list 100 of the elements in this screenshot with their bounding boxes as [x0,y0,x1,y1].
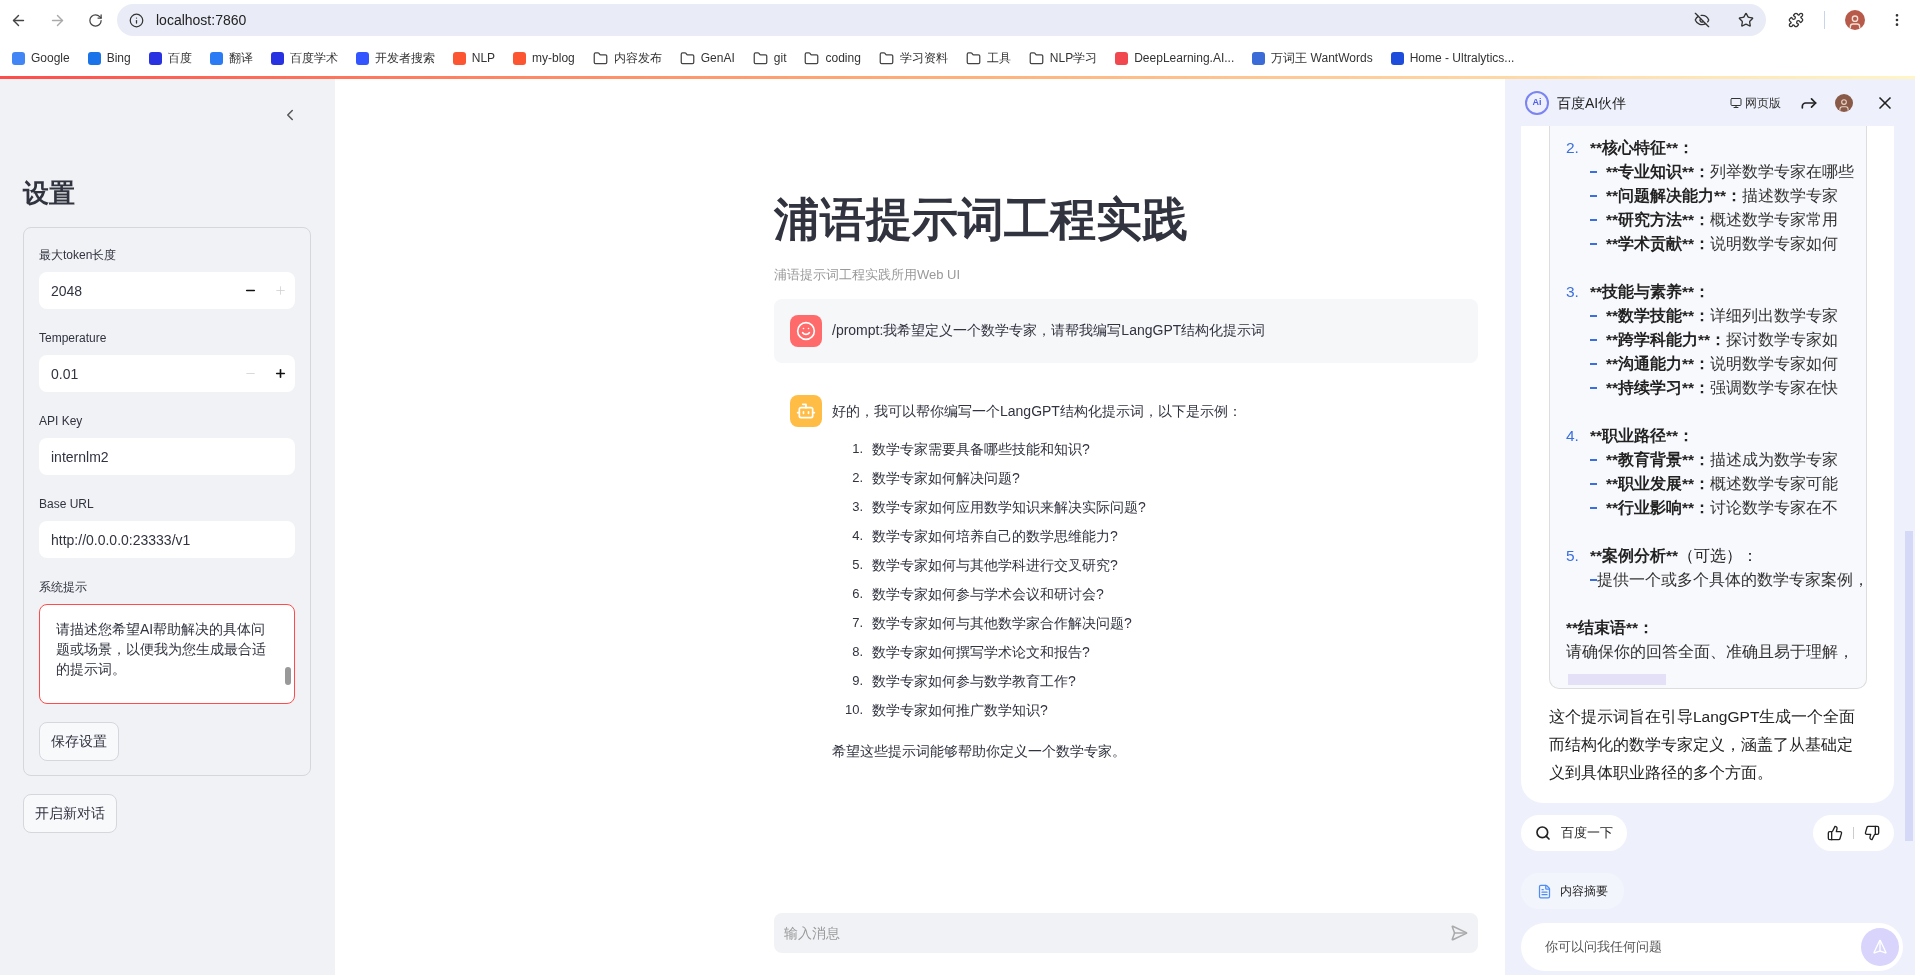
dash-mark [1590,339,1597,341]
list-number: 3. [852,498,863,517]
folder-icon [804,50,820,66]
profile-avatar[interactable] [1845,10,1865,30]
item-text: 概述数学专家常用 [1710,210,1839,231]
bookmark-link[interactable]: 翻译 [203,49,259,67]
bookmark-link[interactable]: coding [798,49,867,67]
item-term: **持续学习**： [1606,378,1711,399]
item-text: 说明数学专家如何 [1710,354,1839,375]
item-text: 描述成为数学专家 [1710,450,1839,471]
dash-mark [1590,315,1597,317]
panel-title: 百度AI伙伴 [1557,93,1628,113]
address-bar[interactable]: localhost:7860 [117,4,1766,36]
list-item-text: 数学专家如何推广数学知识? [872,700,1048,720]
bookmark-link[interactable]: NLP学习 [1022,49,1104,67]
folder-icon [878,50,894,66]
bookmark-star-icon[interactable] [1738,12,1754,28]
dash-mark [1590,171,1597,173]
bookmark-link[interactable]: git [746,49,793,67]
user-avatar[interactable] [1835,94,1853,112]
bookmark-link[interactable]: 学习资料 [872,49,954,67]
dash-mark [1590,195,1597,197]
smile-icon [796,320,816,341]
send-icon [1872,939,1888,955]
page-title: 浦语提示词工程实践 [774,192,1189,247]
number-field[interactable]: 0.01 [39,355,295,392]
item-text: 说明数学专家如何 [1710,234,1839,255]
item-text: 讨论数学专家在不 [1710,498,1839,519]
summary-text: 这个提示词旨在引导LangGPT生成一个全面而结构化的数学专家定义，涵盖了从基础定义到具体职业路径的多个方面。 [1549,707,1857,783]
reload-icon[interactable] [88,12,103,28]
item-text: 探讨数学专家如 [1726,330,1839,351]
list-number: 1. [852,440,863,459]
field-label: API Key [39,413,84,430]
system-prompt-field[interactable]: 请描述您希望AI帮助解决的具体问题或场景，以便我为您生成最合适的提示词。 [39,604,295,704]
save-settings-button[interactable]: 保存设置 [39,722,119,761]
dash-mark [1590,243,1597,245]
section-heading: **结束语**： [1566,618,1655,639]
field-label: 最大token长度 [39,247,118,264]
bookmark-link[interactable]: NLP [446,49,502,67]
list-number: 2. [1566,138,1580,159]
item-text: 提供一个或多个具体的数学专家案例， [1597,570,1866,591]
dash-mark [1590,219,1597,221]
number-value[interactable]: 0.01 [39,355,235,392]
person-icon [1837,98,1851,112]
folder-icon [679,50,695,66]
text-field[interactable]: http://0.0.0.0:23333/v1 [39,521,295,558]
scrollbar-thumb[interactable] [285,667,291,685]
list-item-text: 数学专家如何应用数学知识来解决实际问题? [872,497,1146,517]
horizontal-scrollbar[interactable] [1568,673,1666,685]
bookmark-link[interactable]: 内容发布 [586,49,668,67]
message-text: /prompt:我希望定义一个数学专家，请帮我编写LangGPT结构化提示词 [832,321,1266,340]
item-term: **学术贡献**： [1606,234,1711,255]
ask-input[interactable]: 你可以问我任何问题 [1521,923,1903,971]
item-term: **职业发展**： [1606,474,1711,495]
bookmark-link[interactable]: 百度 [142,49,198,67]
new-chat-button[interactable]: 开启新对话 [23,794,117,833]
folder-icon [1028,50,1044,66]
dash-mark [1590,459,1597,461]
thumbs-down-icon[interactable] [1864,825,1880,841]
bookmark-link[interactable]: my-blog [507,49,581,67]
list-item-text: 数学专家如何撰写学术论文和报告? [872,642,1090,662]
list-item-text: 数学专家如何与其他数学家合作解决问题? [872,613,1132,633]
item-text: 概述数学专家可能 [1710,474,1839,495]
item-term: **沟通能力**： [1606,354,1711,375]
web-version-button[interactable]: 网页版 [1730,94,1781,112]
item-term: **跨学科能力**： [1606,330,1727,351]
url-text: localhost:7860 [156,10,248,30]
bookmark-link[interactable]: Google [6,49,76,67]
item-term: **教育背景**： [1606,450,1711,471]
bookmark-link[interactable]: 开发者搜索 [349,49,441,67]
number-value[interactable]: 2048 [39,272,235,309]
bookmark-link[interactable]: 百度学术 [264,49,344,67]
list-number: 10. [844,701,863,720]
text-field[interactable]: internlm2 [39,438,295,475]
input-placeholder: 输入消息 [784,923,841,943]
panel-scrollbar[interactable] [1905,531,1913,841]
thumbs-up-icon[interactable] [1827,825,1843,841]
baidu-search-button[interactable]: 百度一下 [1521,815,1627,851]
dash-mark [1590,363,1597,365]
bookmark-link[interactable]: DeepLearning.AI... [1109,49,1241,67]
ai-logo-icon: Ai [1525,91,1549,115]
bookmark-link[interactable]: 万词王 WantWords [1246,49,1379,67]
list-item-text: 数学专家如何解决问题? [872,468,1020,488]
bookmark-link[interactable]: Bing [81,49,137,67]
bookmark-link[interactable]: Home - Ultralytics... [1384,49,1521,67]
list-number: 5. [1566,546,1580,567]
summary-button[interactable]: 内容摘要 [1521,873,1624,909]
bookmark-link[interactable]: 工具 [959,49,1017,67]
list-number: 4. [1566,426,1580,447]
heading-text: **技能与素养**： [1590,282,1711,303]
site-info-icon[interactable] [129,12,144,28]
extensions-icon[interactable] [1788,12,1804,28]
message-text: 好的，我可以帮你编写一个LangGPT结构化提示词，以下是示例： [832,401,1242,421]
list-item-text: 数学专家如何参与数学教育工作? [872,671,1076,691]
folder-icon [752,50,768,66]
eye-off-icon[interactable] [1694,12,1710,28]
bookmark-link[interactable]: GenAI [673,49,741,67]
page-subtitle: 浦语提示词工程实践所用Web UI [774,266,962,284]
list-number: 8. [852,643,863,662]
number-field[interactable]: 2048 [39,272,295,309]
